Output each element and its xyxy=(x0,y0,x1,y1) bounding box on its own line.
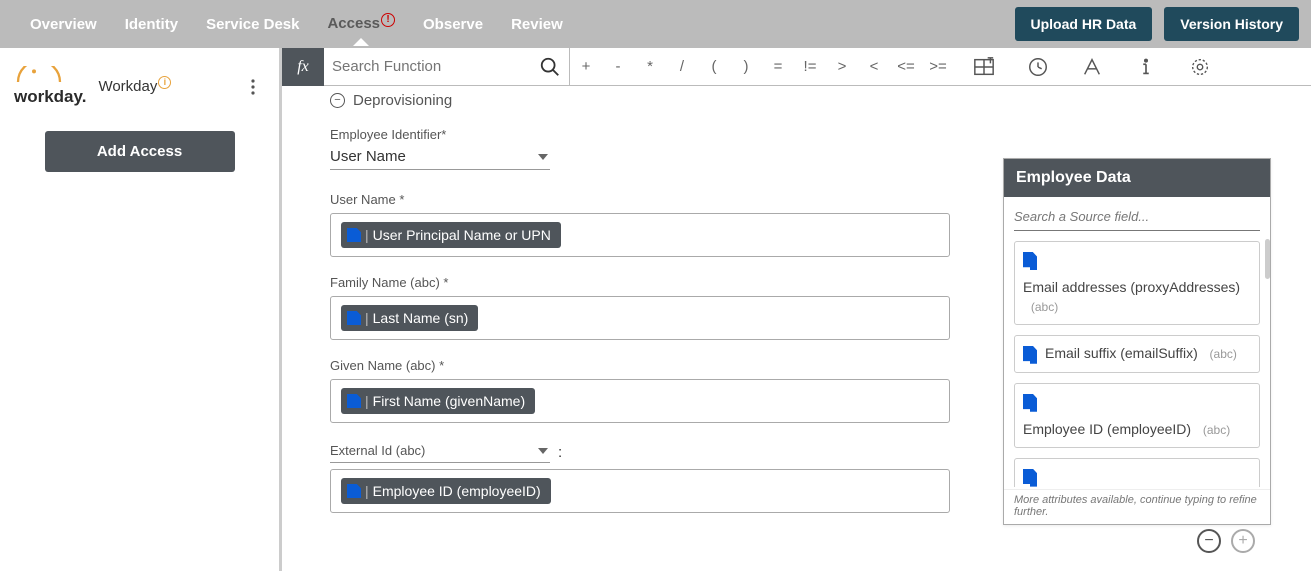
given-name-chip[interactable]: |First Name (givenName) xyxy=(341,388,535,414)
add-access-button[interactable]: Add Access xyxy=(45,131,235,172)
collapse-deprovisioning-icon[interactable]: − xyxy=(330,93,345,108)
op-minus[interactable]: - xyxy=(602,58,634,75)
family-name-label: Family Name (abc) * xyxy=(330,275,448,290)
chevron-down-icon xyxy=(538,448,548,454)
nav-identity[interactable]: Identity xyxy=(125,16,178,33)
user-name-chip[interactable]: |User Principal Name or UPN xyxy=(341,222,561,248)
info-icon: i xyxy=(158,76,171,89)
formula-bar: fx + - * / ( ) = != > < <= >= xyxy=(282,48,1311,86)
source-field-item[interactable]: Email suffix (emailSuffix) (abc) xyxy=(1014,335,1260,373)
source-field-icon xyxy=(1023,394,1037,412)
op-rparen[interactable]: ) xyxy=(730,58,762,75)
employee-data-panel: Employee Data Email addresses (proxyAddr… xyxy=(1003,158,1271,525)
source-field-icon xyxy=(347,394,361,408)
family-name-chip[interactable]: |Last Name (sn) xyxy=(341,305,478,331)
employee-identifier-label: Employee Identifier* xyxy=(330,127,950,142)
fx-icon[interactable]: fx xyxy=(282,48,324,86)
source-field-item[interactable]: Employee Number (employeeNumber) (abc) xyxy=(1014,458,1260,487)
op-gte[interactable]: >= xyxy=(922,58,954,75)
source-field-icon xyxy=(347,228,361,242)
family-name-field[interactable]: |Last Name (sn) xyxy=(330,296,950,340)
search-function-input[interactable] xyxy=(332,58,539,75)
clock-icon[interactable] xyxy=(1026,55,1050,79)
chevron-down-icon xyxy=(538,154,548,160)
source-field-item[interactable]: Email addresses (proxyAddresses) (abc) xyxy=(1014,241,1260,325)
section-deprovisioning: Deprovisioning xyxy=(353,92,452,109)
remove-field-button[interactable]: − xyxy=(1197,529,1221,553)
given-name-label: Given Name (abc) * xyxy=(330,358,444,373)
table-icon[interactable] xyxy=(972,55,996,79)
op-eq[interactable]: = xyxy=(762,58,794,75)
search-icon[interactable] xyxy=(539,56,561,78)
op-lt[interactable]: < xyxy=(858,58,890,75)
source-field-icon xyxy=(1023,346,1037,364)
source-field-icon xyxy=(347,311,361,325)
external-id-dropdown[interactable]: External Id (abc) xyxy=(330,441,550,463)
op-div[interactable]: / xyxy=(666,58,698,75)
nav-access[interactable]: Access! xyxy=(327,15,395,33)
app-menu-kebab[interactable] xyxy=(241,75,265,99)
nav-review[interactable]: Review xyxy=(511,16,563,33)
version-history-button[interactable]: Version History xyxy=(1164,7,1299,41)
sidebar: workday. Workdayi Add Access xyxy=(0,48,282,571)
employee-data-title: Employee Data xyxy=(1004,159,1270,197)
nav-overview[interactable]: Overview xyxy=(30,16,97,33)
app-name: Workdayi xyxy=(98,78,171,95)
user-name-field[interactable]: |User Principal Name or UPN xyxy=(330,213,950,257)
user-name-label: User Name * xyxy=(330,192,404,207)
source-field-icon xyxy=(1023,252,1037,270)
source-field-item[interactable]: Employee ID (employeeID) (abc) xyxy=(1014,383,1260,448)
external-id-chip[interactable]: |Employee ID (employeeID) xyxy=(341,478,551,504)
font-icon[interactable] xyxy=(1080,55,1104,79)
op-mult[interactable]: * xyxy=(634,58,666,75)
external-id-field[interactable]: |Employee ID (employeeID) xyxy=(330,469,950,513)
op-plus[interactable]: + xyxy=(570,58,602,75)
settings-gear-icon[interactable] xyxy=(1188,55,1212,79)
op-lparen[interactable]: ( xyxy=(698,58,730,75)
alert-icon: ! xyxy=(381,13,395,27)
op-lte[interactable]: <= xyxy=(890,58,922,75)
op-gt[interactable]: > xyxy=(826,58,858,75)
given-name-field[interactable]: |First Name (givenName) xyxy=(330,379,950,423)
nav-observe[interactable]: Observe xyxy=(423,16,483,33)
source-field-icon xyxy=(1023,469,1037,487)
info-tool-icon[interactable] xyxy=(1134,55,1158,79)
source-field-icon xyxy=(347,484,361,498)
op-neq[interactable]: != xyxy=(794,58,826,75)
workday-logo: workday. xyxy=(14,66,86,107)
nav-service-desk[interactable]: Service Desk xyxy=(206,16,299,33)
scrollbar[interactable] xyxy=(1265,239,1270,279)
upload-hr-button[interactable]: Upload HR Data xyxy=(1015,7,1153,41)
employee-identifier-dropdown[interactable]: User Name xyxy=(330,146,550,170)
employee-data-footer: More attributes available, continue typi… xyxy=(1004,489,1270,524)
add-field-button[interactable]: + xyxy=(1231,529,1255,553)
employee-data-search[interactable] xyxy=(1014,205,1260,231)
